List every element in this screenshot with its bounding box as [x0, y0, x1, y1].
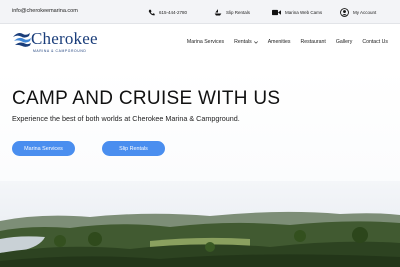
slip-rentals-link[interactable]: Slip Rentals	[214, 6, 250, 18]
my-account-label: My Account	[353, 9, 377, 15]
my-account-link[interactable]: My Account	[340, 6, 376, 18]
phone-link[interactable]: 615-444-2780	[148, 6, 187, 18]
marina-services-button[interactable]: Marina Services	[12, 141, 75, 156]
main-navigation: Cherokee MARINA & CAMPGROUND Marina Serv…	[0, 24, 400, 68]
top-bar: info@cherokeemarina.com 615-444-2780 Sli…	[0, 0, 400, 24]
hero-subheadline: Experience the best of both worlds at Ch…	[12, 114, 240, 123]
nav-menu: Marina Services Rentals Amenities Restau…	[187, 39, 388, 45]
nav-item-gallery[interactable]: Gallery	[336, 39, 352, 45]
slip-rentals-button[interactable]: Slip Rentals	[102, 141, 165, 156]
hero-headline: CAMP AND CRUISE WITH US	[12, 88, 281, 109]
cherokee-logo[interactable]: Cherokee MARINA & CAMPGROUND	[12, 28, 104, 62]
web-cams-link[interactable]: Marina Web Cams	[272, 6, 322, 18]
user-circle-icon	[340, 7, 349, 17]
contact-email[interactable]: info@cherokeemarina.com	[12, 8, 78, 14]
nav-item-rentals[interactable]: Rentals	[234, 39, 258, 45]
nav-item-restaurant[interactable]: Restaurant	[301, 39, 326, 45]
hero-landscape-image	[0, 181, 400, 267]
slip-rentals-label: Slip Rentals	[226, 9, 251, 15]
phone-icon	[148, 9, 155, 15]
boat-icon	[214, 8, 222, 15]
hero-section: CAMP AND CRUISE WITH US Experience the b…	[0, 68, 400, 267]
logo-wordmark: Cherokee	[31, 29, 98, 48]
nav-item-marina-services[interactable]: Marina Services	[187, 39, 224, 45]
chevron-down-icon	[253, 40, 258, 44]
video-camera-icon	[272, 9, 281, 15]
nav-item-contact-us[interactable]: Contact Us	[362, 39, 388, 45]
waves-logo-icon	[13, 33, 31, 47]
nav-item-rentals-label: Rentals	[234, 39, 252, 45]
nav-item-amenities[interactable]: Amenities	[268, 39, 291, 45]
logo-tagline: MARINA & CAMPGROUND	[33, 49, 87, 53]
web-cams-label: Marina Web Cams	[285, 9, 323, 15]
phone-number: 615-444-2780	[159, 9, 188, 15]
